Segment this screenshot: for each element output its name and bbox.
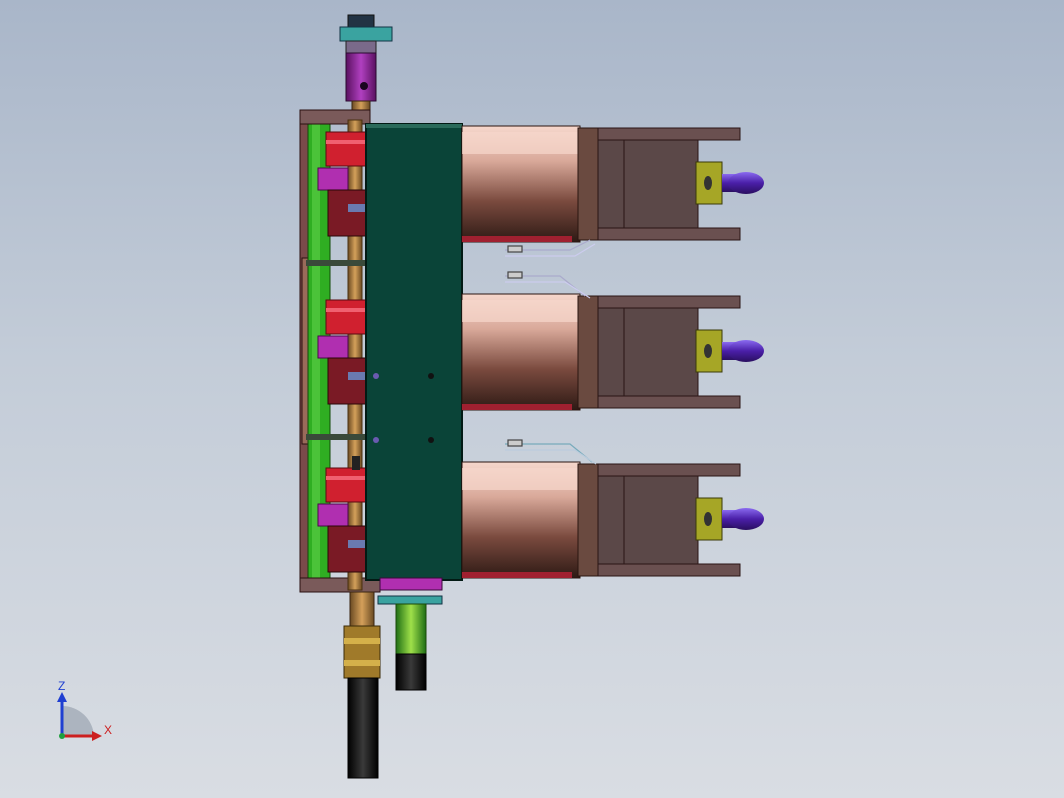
- cylinder-module-3: [461, 461, 764, 579]
- triad-plane: [62, 705, 94, 736]
- top-shaft-assembly: [339, 14, 393, 124]
- cylinder-modules: [461, 125, 764, 579]
- x-axis-label: X: [104, 723, 112, 737]
- main-housing-block: [365, 123, 463, 581]
- y-axis-dot: [59, 733, 65, 739]
- coordinate-triad: Z X: [57, 679, 112, 741]
- z-axis-label: Z: [58, 679, 65, 693]
- cad-assembly-model[interactable]: [0, 0, 1064, 798]
- cad-viewport[interactable]: Z X: [0, 0, 1064, 798]
- bottom-shaft-assembly: [343, 577, 443, 779]
- cylinder-module-1: [461, 125, 764, 243]
- cylinder-module-2: [461, 293, 764, 411]
